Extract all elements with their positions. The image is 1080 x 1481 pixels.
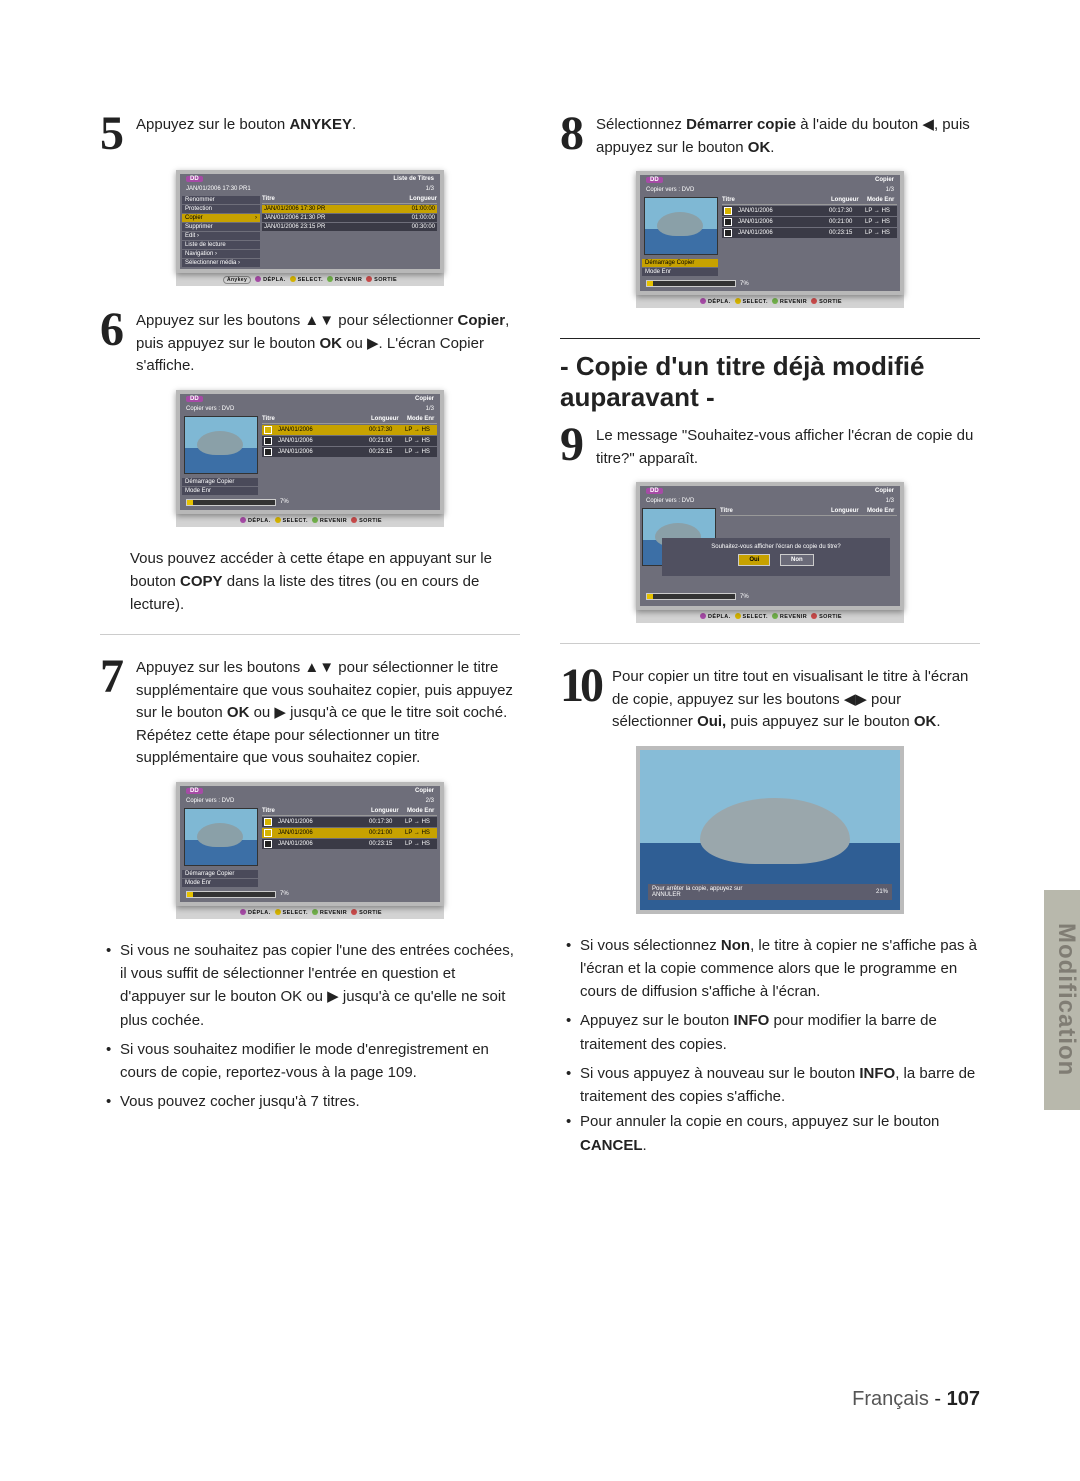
thumbnail-dolphin: [184, 416, 258, 474]
bullet: Si vous appuyez à nouveau sur le bouton …: [580, 1062, 980, 1109]
copy-list-8: Titre Longueur Mode Enr JAN/01/200600:17…: [722, 195, 900, 278]
step8-text: Sélectionnez Démarrer copie à l'aide du …: [596, 110, 980, 159]
step-9: 9 Le message "Souhaitez-vous afficher l'…: [560, 421, 980, 470]
step7-text: Appuyez sur les boutons ▲▼ pour sélectio…: [136, 653, 520, 770]
step-number-9: 9: [560, 421, 584, 470]
bullet: Si vous souhaitez modifier le mode d'enr…: [120, 1038, 520, 1085]
bullet: Pour annuler la copie en cours, appuyez …: [580, 1110, 980, 1157]
step-number-8: 8: [560, 110, 584, 159]
step9-text: Le message "Souhaitez-vous afficher l'éc…: [596, 421, 980, 470]
osd-step6: DDCopier Copier vers : DVD1/3 Démarrage …: [176, 390, 444, 514]
bullet: Si vous ne souhaitez pas copier l'une de…: [120, 939, 520, 1032]
step-6: 6 Appuyez sur les boutons ▲▼ pour sélect…: [100, 306, 520, 378]
step-10: 10 Pour copier un titre tout en visualis…: [560, 662, 980, 734]
step-7: 7 Appuyez sur les boutons ▲▼ pour sélect…: [100, 653, 520, 770]
step-number-7: 7: [100, 653, 124, 770]
osd-step5: DD Liste de Titres JAN/01/2006 17:30 PR1…: [176, 170, 444, 273]
bullet: Si vous sélectionnez Non, le titre à cop…: [580, 934, 980, 1004]
copy-list-7: Titre Longueur Mode Enr JAN/01/200600:17…: [262, 806, 440, 889]
bullet: Vous pouvez cocher jusqu'à 7 titres.: [120, 1090, 520, 1113]
step-5: 5 Appuyez sur le bouton ANYKEY.: [100, 110, 520, 158]
step-number-10: 10: [560, 662, 600, 734]
osd-step9: DDCopier Copier vers : DVD1/3 Titre Long…: [636, 482, 904, 610]
copier-menu-6: Démarrage Copier Mode Enr: [180, 476, 260, 497]
step10-bullets: Si vous sélectionnez Non, le titre à cop…: [560, 934, 980, 1157]
step-number-6: 6: [100, 306, 124, 378]
step5-text: Appuyez sur le bouton ANYKEY.: [136, 110, 356, 158]
step7-bullets: Si vous ne souhaitez pas copier l'une de…: [100, 939, 520, 1114]
osd-step7: DDCopier Copier vers : DVD2/3 Démarrage …: [176, 782, 444, 906]
side-tab-modification: Modification: [1044, 890, 1080, 1110]
playback-view: Pour arrêter la copie, appuyez sur ANNUL…: [636, 746, 904, 914]
step-8: 8 Sélectionnez Démarrer copie à l'aide d…: [560, 110, 980, 159]
step6-note: Vous pouvez accéder à cette étape en app…: [130, 547, 520, 617]
copy-list-6: Titre Longueur Mode Enr JAN/01/200600:17…: [262, 414, 440, 497]
osd-step8: DDCopier Copier vers : DVD1/3 Démarrage …: [636, 171, 904, 295]
dialog-yes[interactable]: Oui: [738, 554, 770, 566]
title-list-5: TitreLongueur JAN/01/2006 17:30 PR01:00:…: [262, 194, 440, 269]
osd-footer: Anykey DÉPLA. SELECT. REVENIR SORTIE: [176, 273, 444, 286]
step-number-5: 5: [100, 110, 124, 158]
section-title: - Copie d'un titre déjà modifié auparava…: [560, 351, 980, 413]
confirm-dialog: Souhaitez-vous afficher l'écran de copie…: [662, 538, 890, 576]
dialog-no[interactable]: Non: [780, 554, 814, 566]
page-footer: Français - 107: [100, 1388, 980, 1411]
bullet: Appuyez sur le bouton INFO pour modifier…: [580, 1009, 980, 1056]
anykey-menu: RenommerProtectionCopier›SupprimerEdit ›…: [180, 194, 262, 269]
step10-text: Pour copier un titre tout en visualisant…: [612, 662, 980, 734]
step6-text: Appuyez sur les boutons ▲▼ pour sélectio…: [136, 306, 520, 378]
